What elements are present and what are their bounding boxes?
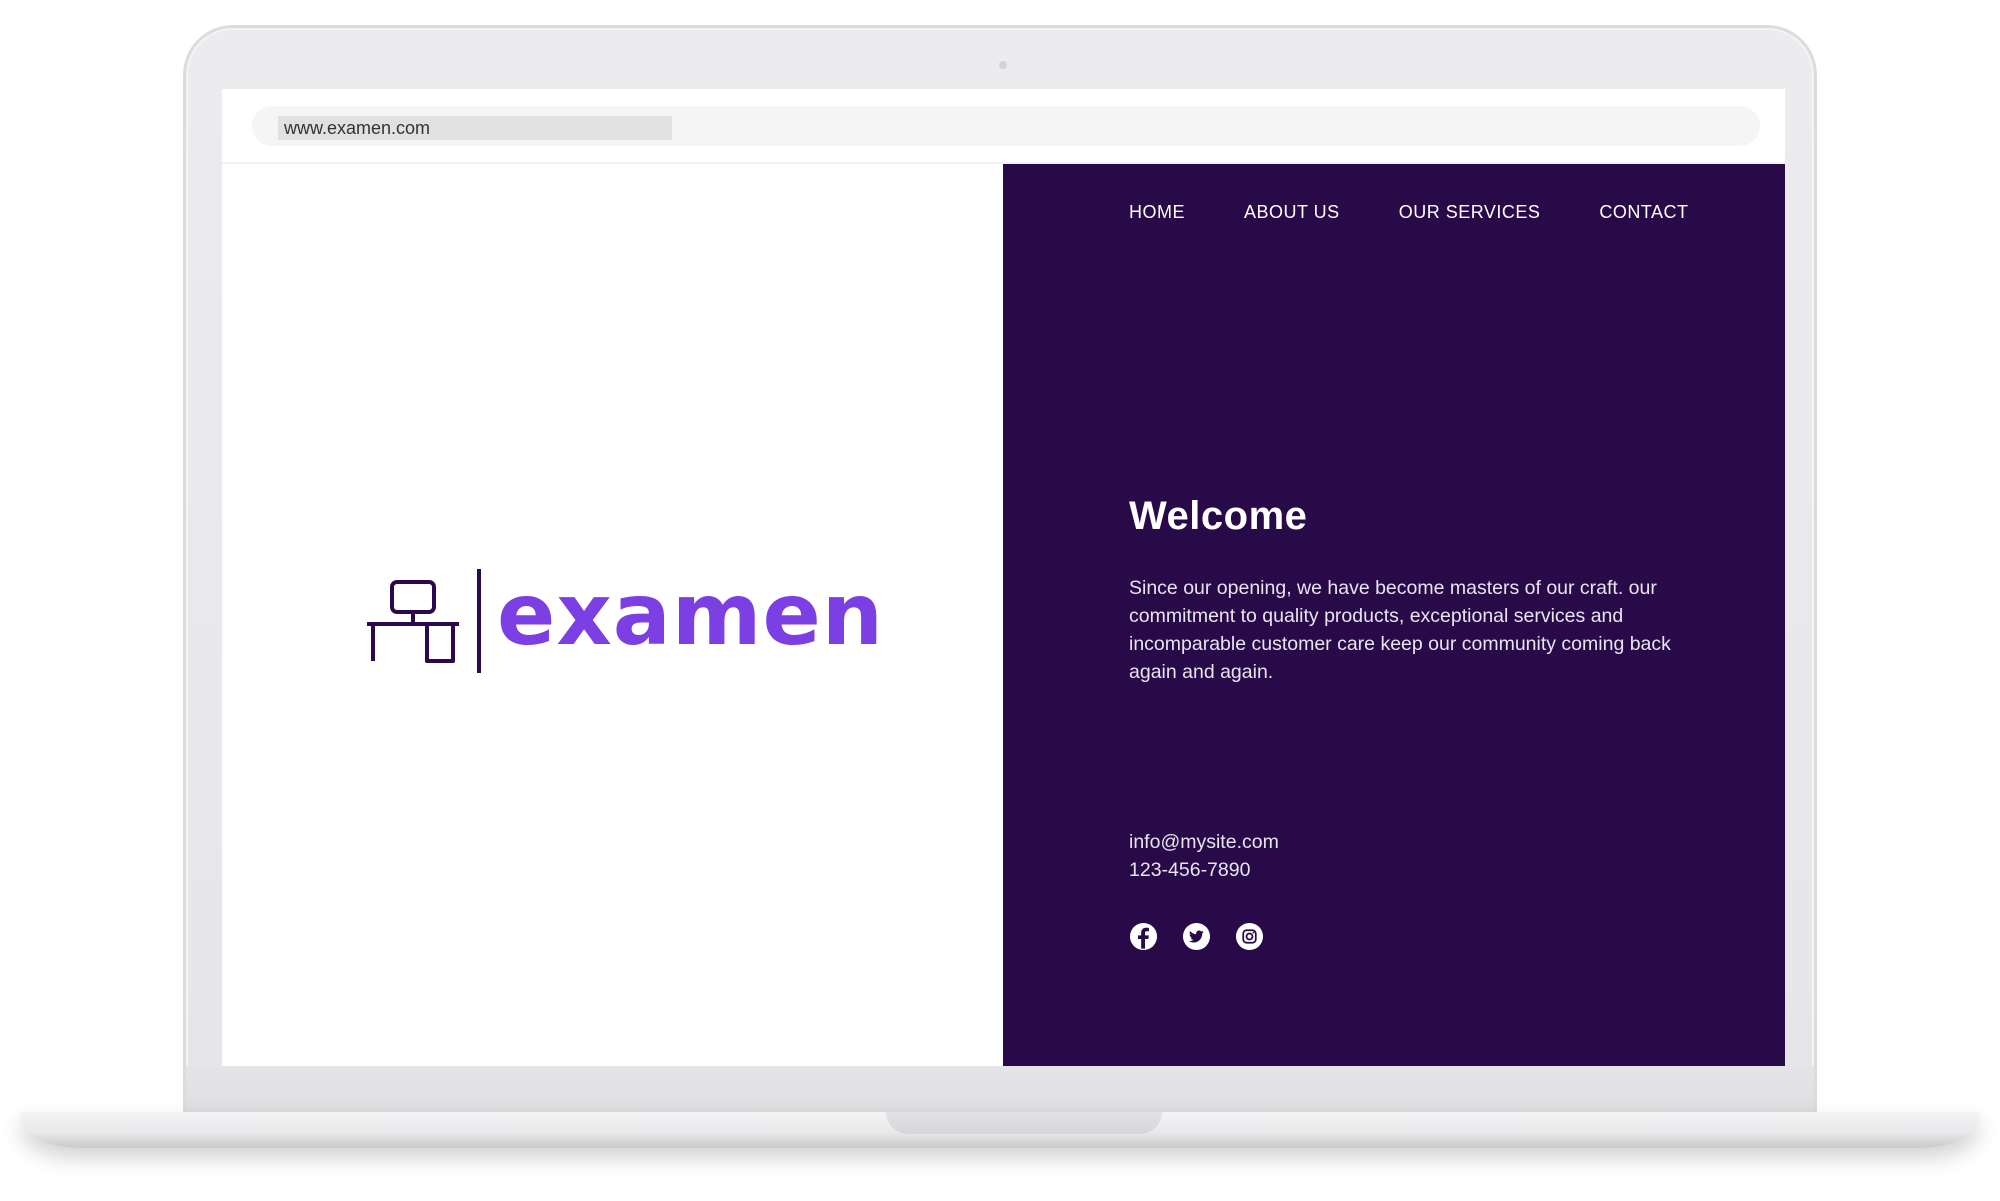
content-panel: HOME ABOUT US OUR SERVICES CONTACT Welco…: [1003, 164, 1785, 1066]
laptop-lid-chin: [186, 1066, 1814, 1114]
contact-phone[interactable]: 123-456-7890: [1129, 856, 1279, 884]
logo-panel: examen: [222, 164, 1003, 1066]
nav-about-us[interactable]: ABOUT US: [1244, 202, 1340, 223]
browser-address-bar: www.examen.com: [222, 89, 1785, 164]
url-input[interactable]: www.examen.com: [278, 116, 672, 140]
desk-computer-icon: [367, 580, 459, 663]
laptop-screen: www.examen.com examen HOME ABOUT US OUR …: [222, 89, 1785, 1066]
website: examen HOME ABOUT US OUR SERVICES CONTAC…: [222, 164, 1785, 1066]
nav-home[interactable]: HOME: [1129, 202, 1185, 223]
logo-wordmark: examen: [497, 565, 884, 665]
camera-dot: [999, 61, 1007, 69]
laptop-base: [20, 1112, 1980, 1148]
facebook-icon[interactable]: [1129, 922, 1158, 951]
instagram-icon[interactable]: [1235, 922, 1264, 951]
nav-contact[interactable]: CONTACT: [1599, 202, 1688, 223]
welcome-heading: Welcome: [1129, 494, 1308, 538]
main-nav: HOME ABOUT US OUR SERVICES CONTACT: [1129, 202, 1689, 223]
social-links: [1129, 922, 1264, 951]
contact-email[interactable]: info@mysite.com: [1129, 828, 1279, 856]
laptop-mockup: www.examen.com examen HOME ABOUT US OUR …: [0, 0, 2000, 1201]
nav-our-services[interactable]: OUR SERVICES: [1399, 202, 1541, 223]
twitter-icon[interactable]: [1182, 922, 1211, 951]
contact-info: info@mysite.com 123-456-7890: [1129, 828, 1279, 884]
laptop-opening-notch: [886, 1112, 1162, 1134]
address-bar-pill[interactable]: www.examen.com: [252, 106, 1760, 146]
brand-logo[interactable]: examen: [365, 566, 884, 676]
welcome-text: Since our opening, we have become master…: [1129, 577, 1671, 683]
logo-divider: [477, 569, 481, 673]
